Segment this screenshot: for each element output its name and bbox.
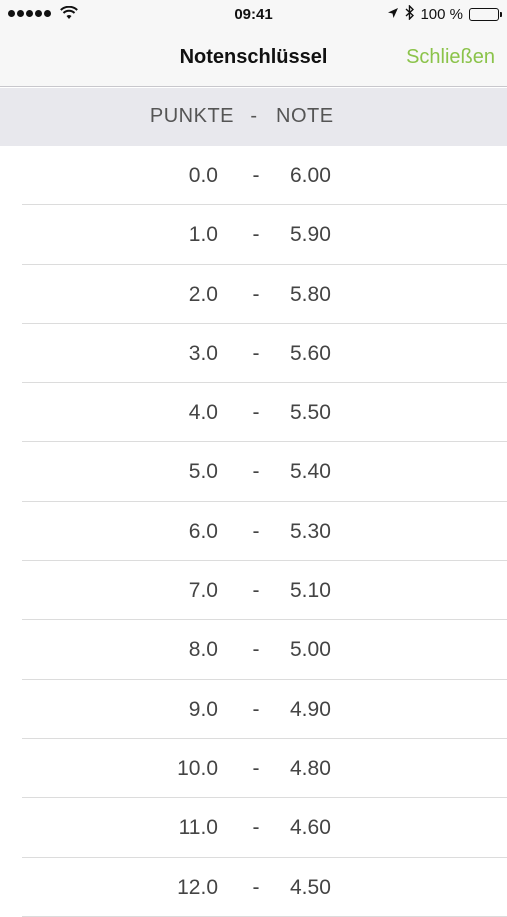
table-row: 2.0 - 5.80 bbox=[0, 265, 507, 324]
row-dash: - bbox=[252, 282, 260, 306]
row-dash: - bbox=[252, 638, 260, 662]
location-arrow-icon bbox=[387, 6, 399, 23]
row-grade: 5.40 bbox=[290, 460, 331, 484]
row-points: 0.0 bbox=[188, 164, 218, 187]
row-dash: - bbox=[252, 875, 260, 899]
table-row: 9.0 - 4.90 bbox=[0, 680, 507, 739]
row-grade: 5.50 bbox=[290, 401, 331, 425]
row-points: 2.0 bbox=[188, 282, 218, 306]
close-button[interactable]: Schließen bbox=[406, 46, 495, 69]
table-row: 7.0 - 5.10 bbox=[0, 561, 507, 621]
battery-percentage: 100 % bbox=[420, 6, 463, 23]
table-row: 11.0 - 4.60 bbox=[0, 798, 507, 858]
header-points: PUNKTE bbox=[149, 105, 234, 127]
row-points: 9.0 bbox=[188, 697, 218, 721]
row-points: 7.0 bbox=[188, 579, 218, 603]
row-points: 3.0 bbox=[188, 341, 218, 365]
status-bar: 09:41 100 % bbox=[0, 0, 507, 30]
row-dash: - bbox=[252, 341, 260, 365]
table-row: 8.0 - 5.00 bbox=[0, 620, 507, 680]
table-row: 4.0 - 5.50 bbox=[0, 383, 507, 443]
row-grade: 4.50 bbox=[290, 875, 331, 899]
row-points: 4.0 bbox=[188, 401, 218, 425]
row-grade: 4.80 bbox=[290, 756, 331, 780]
row-grade: 5.10 bbox=[290, 579, 331, 603]
row-dash: - bbox=[252, 756, 260, 780]
row-dash: - bbox=[252, 223, 260, 247]
row-grade: 5.90 bbox=[290, 223, 331, 247]
table-row: 12.0 - 4.50 bbox=[0, 858, 507, 917]
row-points: 8.0 bbox=[188, 638, 218, 662]
row-grade: 4.90 bbox=[290, 697, 331, 721]
row-dash: - bbox=[252, 579, 260, 603]
navigation-bar: Notenschlüssel Schließen bbox=[0, 30, 507, 87]
table-row: 1.0 - 5.90 bbox=[0, 205, 507, 265]
header-grade: NOTE bbox=[276, 105, 334, 127]
row-dash: - bbox=[252, 697, 260, 721]
table-row: 3.0 - 5.60 bbox=[0, 324, 507, 384]
row-points: 6.0 bbox=[188, 519, 218, 543]
row-grade: 6.00 bbox=[290, 164, 331, 187]
row-dash: - bbox=[252, 460, 260, 484]
table-row: 6.0 - 5.30 bbox=[0, 502, 507, 562]
grade-table[interactable]: 0.0 - 6.00 1.0 - 5.90 2.0 - 5.80 3.0 - 5.60 4.0 - 5.50… bbox=[0, 146, 507, 917]
row-grade: 5.30 bbox=[290, 519, 331, 543]
table-row: 0.0 - 6.00 bbox=[0, 146, 507, 206]
table-header: PUNKTE - NOTE bbox=[0, 88, 507, 146]
row-points: 5.0 bbox=[188, 460, 218, 484]
row-points: 10.0 bbox=[177, 756, 218, 780]
table-row: 5.0 - 5.40 bbox=[0, 442, 507, 502]
row-dash: - bbox=[252, 164, 260, 187]
row-dash: - bbox=[252, 401, 260, 425]
battery-icon bbox=[469, 8, 502, 21]
row-grade: 5.00 bbox=[290, 638, 331, 662]
row-grade: 5.80 bbox=[290, 282, 331, 306]
row-dash: - bbox=[252, 519, 260, 543]
row-points: 1.0 bbox=[188, 223, 218, 247]
table-row: 10.0 - 4.80 bbox=[0, 739, 507, 799]
bluetooth-icon bbox=[405, 4, 415, 24]
row-points: 12.0 bbox=[177, 875, 218, 899]
header-dash: - bbox=[250, 105, 258, 127]
row-dash: - bbox=[252, 816, 260, 840]
row-points: 11.0 bbox=[178, 816, 218, 840]
row-grade: 4.60 bbox=[290, 816, 331, 840]
row-grade: 5.60 bbox=[290, 341, 331, 365]
